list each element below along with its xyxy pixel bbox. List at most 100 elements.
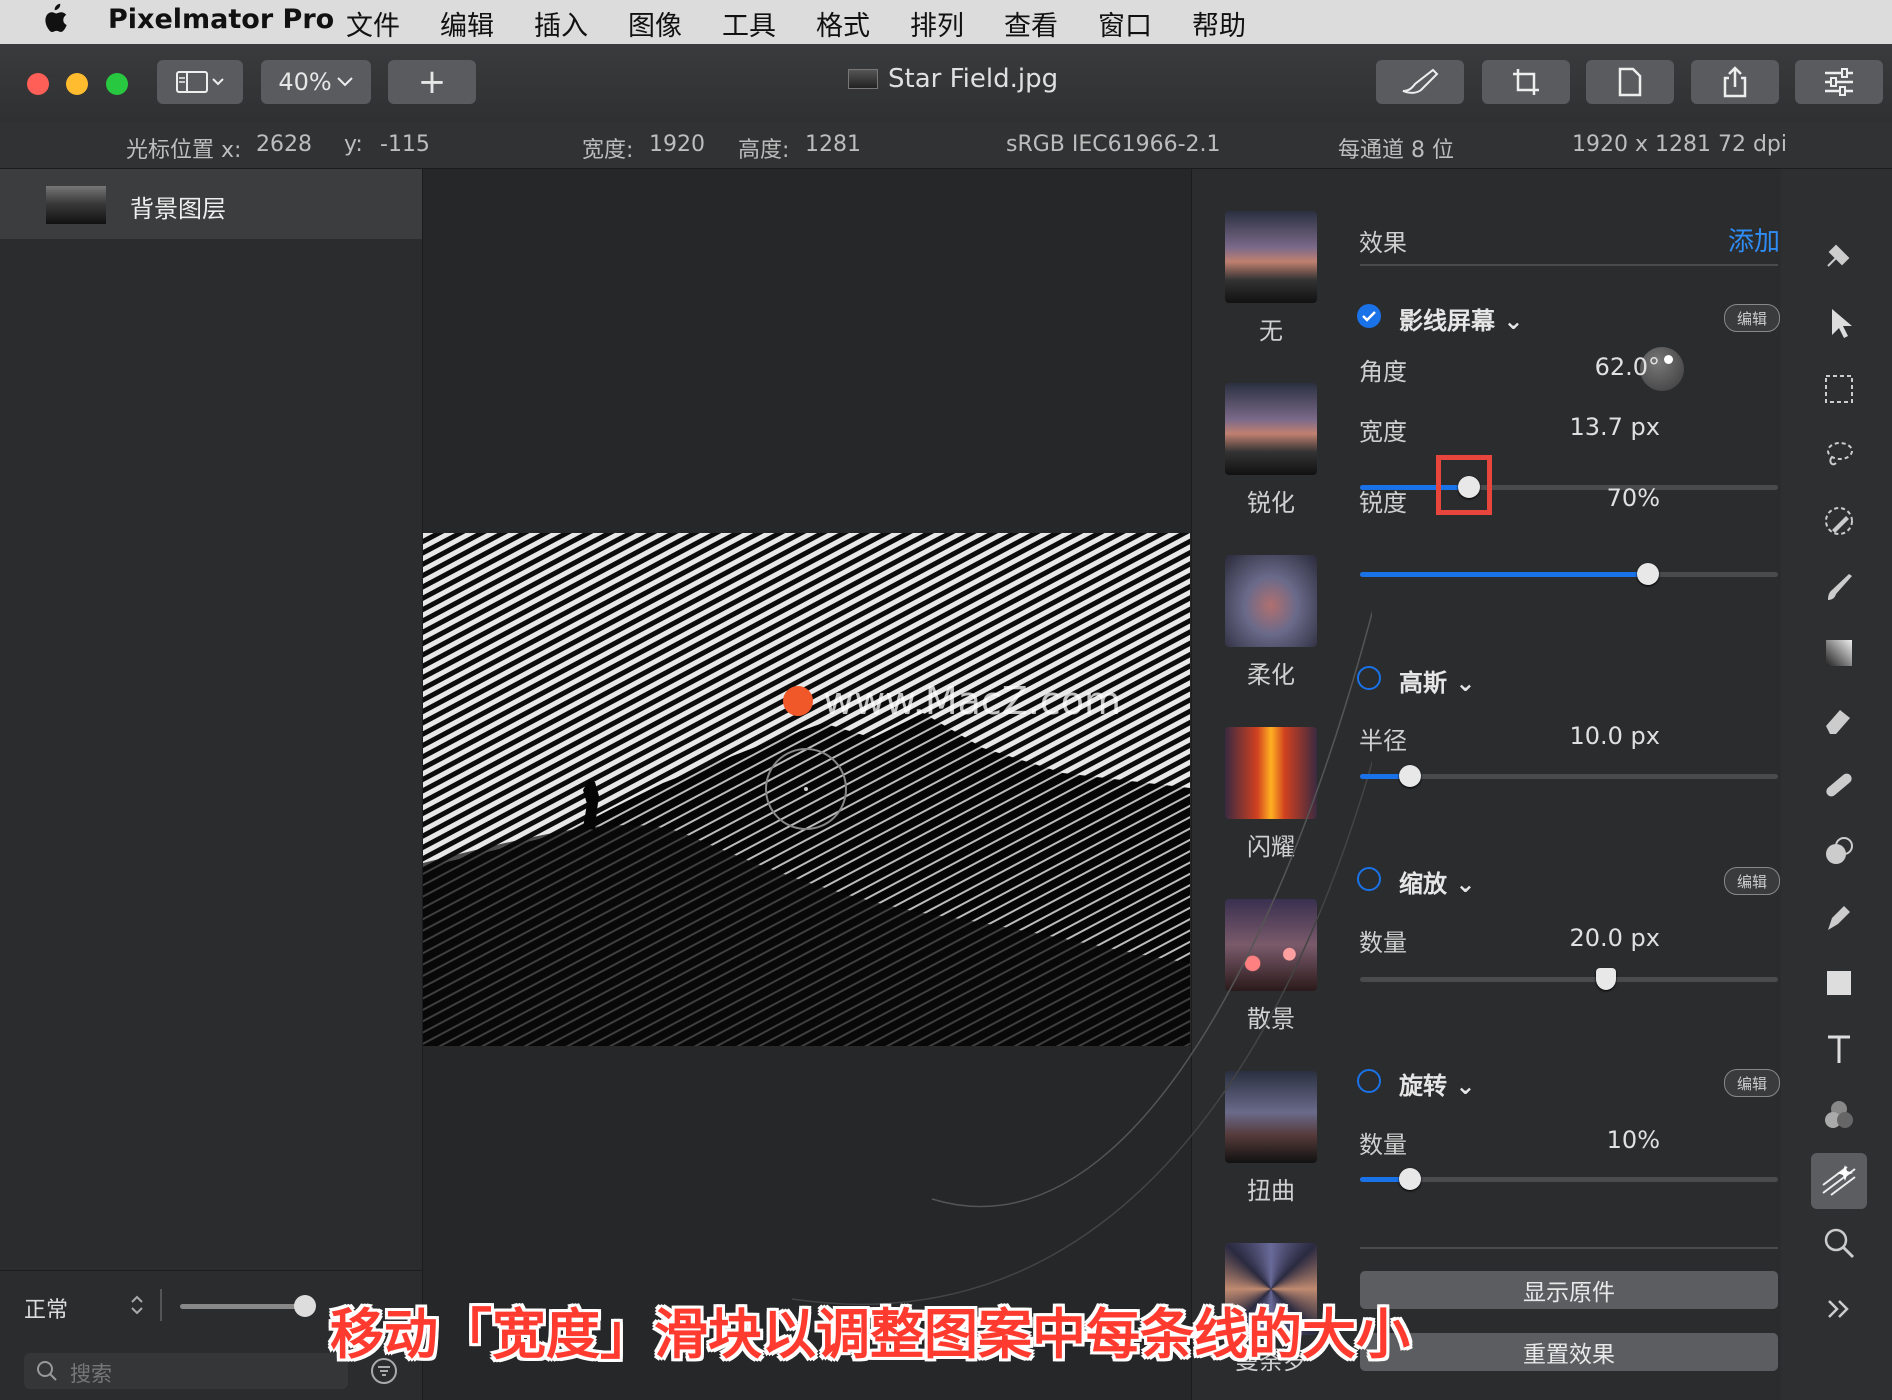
document-icon: [1618, 67, 1642, 97]
updown-chevron-icon[interactable]: [129, 1293, 145, 1317]
width-value: 1920: [649, 132, 705, 157]
layers-footer-divider: [0, 1270, 422, 1271]
radius-slider[interactable]: [1360, 765, 1778, 787]
gaussian-checkbox[interactable]: [1357, 666, 1381, 690]
menu-tools[interactable]: 工具: [722, 4, 776, 43]
zoom-effect-title[interactable]: 缩放 ⌄: [1399, 864, 1475, 899]
add-effect-button[interactable]: 添加: [1728, 221, 1780, 258]
width-slider-highlight: [1436, 455, 1492, 515]
opacity-divider: [160, 1289, 162, 1321]
repair-icon[interactable]: [1819, 765, 1859, 805]
line-screen-title[interactable]: 影线屏幕 ⌄: [1399, 301, 1523, 336]
search-field[interactable]: 搜索: [24, 1353, 348, 1389]
layer-row[interactable]: 背景图层: [0, 169, 422, 239]
opacity-slider[interactable]: [180, 1295, 316, 1317]
effects-footer-divider: [1360, 1247, 1778, 1249]
radius-label: 半径: [1359, 727, 1407, 755]
selection-icon[interactable]: [1819, 369, 1859, 409]
twirl-title[interactable]: 旋转 ⌄: [1399, 1066, 1475, 1101]
angle-dial-indicator: [1664, 355, 1673, 364]
height-label: 高度:: [738, 138, 790, 163]
arrange-icon[interactable]: [1819, 235, 1859, 275]
menu-format[interactable]: 格式: [816, 4, 870, 43]
menu-arrange[interactable]: 排列: [910, 4, 964, 43]
twirl-edit-button[interactable]: 编辑: [1724, 1069, 1780, 1097]
gradient-icon[interactable]: [1819, 633, 1859, 673]
menu-file[interactable]: 文件: [346, 4, 400, 43]
sharpness-slider-knob[interactable]: [1637, 563, 1660, 585]
pen-icon[interactable]: [1819, 897, 1859, 937]
zoom-effect-checkbox[interactable]: [1357, 867, 1381, 891]
eraser-icon[interactable]: [1819, 699, 1859, 739]
zoom-window-button[interactable]: [106, 73, 128, 95]
menu-window[interactable]: 窗口: [1098, 4, 1152, 43]
twirl-checkbox[interactable]: [1357, 1069, 1381, 1093]
lasso-icon[interactable]: [1819, 435, 1859, 475]
reset-effects-button[interactable]: 重置效果: [1360, 1333, 1778, 1371]
twirl-amount-slider-knob[interactable]: [1399, 1168, 1422, 1190]
add-button[interactable]: +: [388, 60, 476, 104]
checkmark-icon: [1362, 311, 1376, 322]
twirl-amount-value: 10%: [1606, 1126, 1660, 1154]
text-icon[interactable]: [1819, 1029, 1859, 1069]
tools-button[interactable]: [1795, 60, 1883, 104]
sliders-icon: [1825, 68, 1853, 96]
layer-thumbnail: [46, 186, 106, 224]
zoom-amount-label: 数量: [1359, 929, 1407, 957]
layer-name: 背景图层: [130, 195, 226, 223]
preset-none[interactable]: [1225, 211, 1317, 303]
zoom-icon[interactable]: [1819, 1223, 1859, 1263]
toolbar: 40% + Star Field.jpg: [0, 44, 1892, 123]
menu-edit[interactable]: 编辑: [440, 4, 494, 43]
menu-image[interactable]: 图像: [628, 4, 682, 43]
sharpness-slider-fill: [1360, 572, 1649, 577]
opacity-knob[interactable]: [294, 1295, 316, 1317]
radius-slider-knob[interactable]: [1399, 765, 1422, 787]
line-screen-edit-button[interactable]: 编辑: [1724, 304, 1780, 332]
menu-insert[interactable]: 插入: [534, 4, 588, 43]
minimize-window-button[interactable]: [66, 73, 88, 95]
height-value: 1281: [805, 132, 861, 157]
apple-menu-icon[interactable]: [40, 2, 68, 43]
paint-icon[interactable]: [1819, 567, 1859, 607]
cursor-y-value: -115: [380, 132, 430, 157]
width-label: 宽度: [1359, 418, 1407, 446]
bit-depth: 每通道 8 位: [1338, 138, 1454, 163]
angle-label: 角度: [1359, 358, 1407, 386]
tutorial-caption: 移动「宽度」滑块以调整图案中每条线的大小: [330, 1303, 1410, 1366]
sharpness-slider[interactable]: [1360, 563, 1778, 585]
effects-tool-active[interactable]: [1811, 1153, 1867, 1209]
show-original-button[interactable]: 显示原件: [1360, 1271, 1778, 1309]
clone-icon[interactable]: [1819, 831, 1859, 871]
pointer-icon[interactable]: [1819, 303, 1859, 343]
image-info-bar: 光标位置 x: 2628 y: -115 宽度: 1920 高度: 1281 s…: [0, 122, 1892, 169]
menu-view[interactable]: 查看: [1004, 4, 1058, 43]
sidebar-toggle-button[interactable]: [157, 60, 243, 104]
crop-button[interactable]: [1482, 60, 1570, 104]
more-icon[interactable]: [1819, 1289, 1859, 1329]
zoom-dropdown[interactable]: 40%: [261, 60, 371, 104]
shape-icon[interactable]: [1819, 963, 1859, 1003]
document-button[interactable]: [1586, 60, 1674, 104]
menu-bar: Pixelmator Pro 文件 编辑 插入 图像 工具 格式 排列 查看 窗…: [0, 0, 1892, 44]
search-icon: [37, 1361, 57, 1381]
gaussian-title[interactable]: 高斯 ⌄: [1399, 663, 1475, 698]
menu-help[interactable]: 帮助: [1192, 4, 1246, 43]
zoom-effect-edit-button[interactable]: 编辑: [1724, 867, 1780, 895]
color-adjust-icon[interactable]: [1819, 1095, 1859, 1135]
effects-panel: 无 锐化 柔化 闪耀 散景 扭曲 曼荼罗 效果 添加 影线屏幕 ⌄ 编辑 角度 …: [791, 169, 1782, 1400]
share-button[interactable]: [1691, 60, 1779, 104]
color-picker-icon[interactable]: [1819, 501, 1859, 541]
twirl-amount-slider[interactable]: [1360, 1168, 1778, 1190]
app-menu[interactable]: Pixelmator Pro: [108, 4, 334, 35]
zoom-amount-slider[interactable]: [1360, 968, 1778, 990]
document-thumbnail-icon: [848, 69, 878, 89]
line-screen-checkbox[interactable]: [1357, 304, 1381, 328]
zoom-amount-slider-knob[interactable]: [1595, 968, 1616, 990]
blend-mode-select[interactable]: 正常: [24, 1292, 68, 1324]
close-window-button[interactable]: [27, 73, 49, 95]
tool-strip: [1781, 169, 1892, 1400]
width-slider[interactable]: [1360, 476, 1778, 498]
twirl-amount-label: 数量: [1359, 1131, 1407, 1159]
paint-style-button[interactable]: [1376, 60, 1464, 104]
